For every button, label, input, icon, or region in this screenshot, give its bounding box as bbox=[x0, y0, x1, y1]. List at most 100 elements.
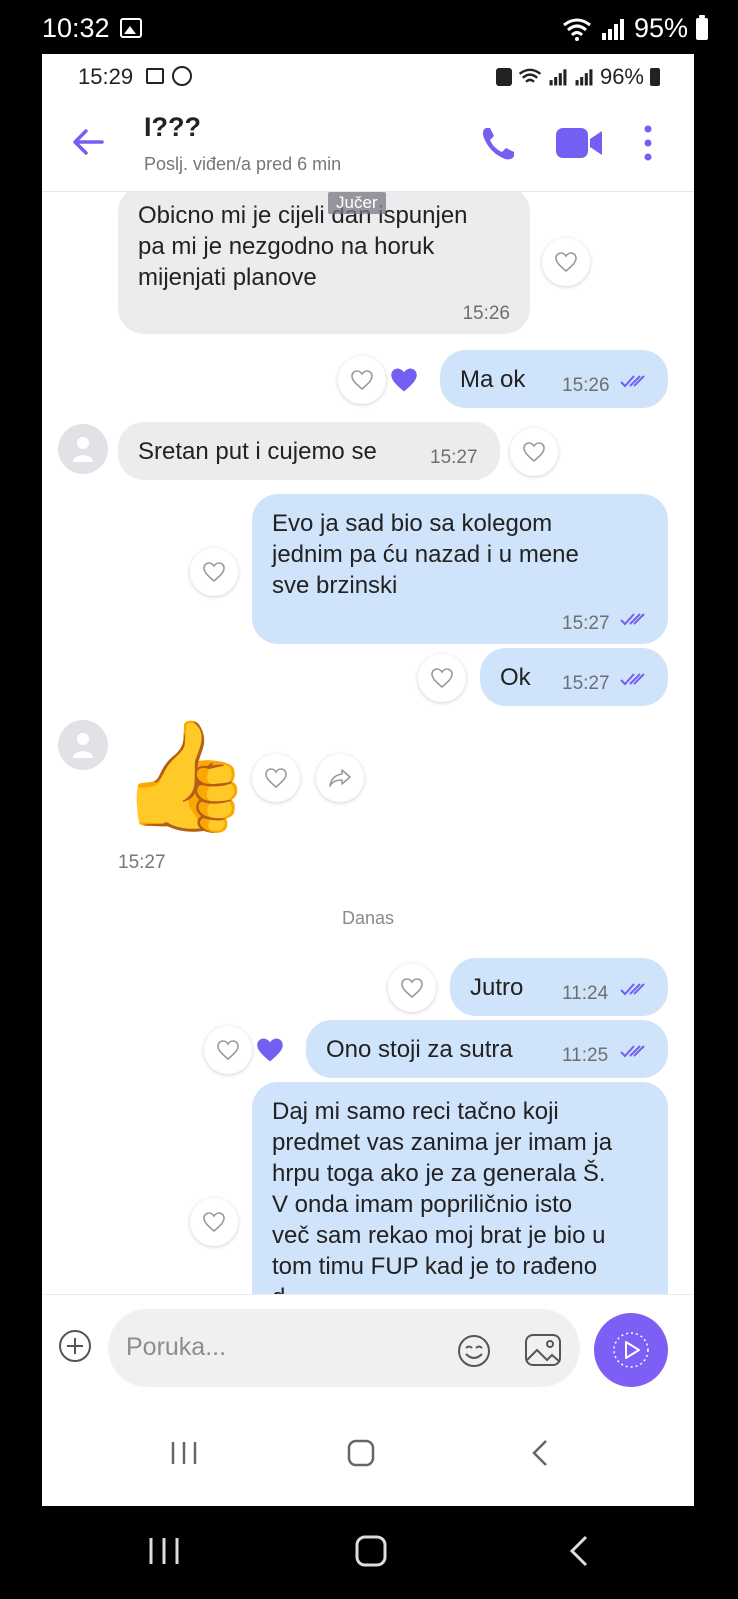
message-list[interactable]: Obicno mi je cijeli dan ispunjen pa mi j… bbox=[42, 192, 694, 1294]
send-icon bbox=[613, 1332, 649, 1368]
outer-status-bar: 10:32 95% bbox=[0, 0, 738, 56]
day-separator-chip: Jučer bbox=[328, 192, 386, 214]
plus-icon[interactable] bbox=[58, 1329, 92, 1363]
contact-name[interactable]: I??? bbox=[144, 112, 201, 143]
back-icon[interactable] bbox=[528, 1438, 552, 1468]
like-button[interactable] bbox=[542, 238, 590, 286]
message-input-box[interactable] bbox=[108, 1309, 580, 1387]
sim-icon bbox=[495, 68, 512, 86]
outer-navigation-bar bbox=[0, 1506, 738, 1599]
share-button[interactable] bbox=[316, 754, 364, 802]
message-line: d... bbox=[272, 1282, 612, 1294]
heart-filled-icon[interactable] bbox=[254, 1036, 286, 1064]
recent-apps-icon[interactable] bbox=[148, 1536, 180, 1566]
video-call-icon[interactable] bbox=[554, 124, 604, 162]
message-bubble-outgoing[interactable]: Ok 15:27 bbox=[480, 648, 668, 706]
message-line: predmet vas zanima jer imam ja bbox=[272, 1129, 613, 1156]
message-bubble-incoming[interactable]: Sretan put i cujemo se 15:27 bbox=[118, 422, 500, 480]
read-ticks-icon bbox=[620, 1045, 645, 1058]
message-text: Ma ok bbox=[460, 366, 526, 393]
app-screen: 15:29 96% I??? Poslj. viđen/a pred 6 min… bbox=[42, 54, 694, 1506]
message-time: 11:25 bbox=[562, 1045, 609, 1066]
message-line: tom timu FUP kad je to rađeno bbox=[272, 1253, 598, 1280]
contact-avatar[interactable] bbox=[58, 720, 108, 770]
contact-avatar[interactable] bbox=[58, 424, 108, 474]
message-text: Ono stoji za sutra bbox=[326, 1036, 513, 1063]
wifi-icon bbox=[518, 68, 542, 83]
heart-outline-icon bbox=[203, 1212, 225, 1233]
message-line: pa mi je nezgodno na horuk bbox=[138, 233, 435, 260]
wifi-icon bbox=[563, 18, 591, 41]
heart-outline-icon bbox=[431, 668, 453, 689]
outer-clock: 10:32 bbox=[42, 13, 110, 43]
inner-navigation-bar bbox=[42, 1398, 694, 1506]
more-vert-icon[interactable] bbox=[638, 122, 658, 164]
phone-icon[interactable] bbox=[478, 124, 518, 164]
signal-icon-2 bbox=[575, 69, 593, 86]
image-notification-icon bbox=[146, 68, 164, 84]
home-icon[interactable] bbox=[354, 1534, 388, 1568]
read-ticks-icon bbox=[620, 375, 645, 388]
day-separator-today: Danas bbox=[341, 908, 395, 928]
battery-icon bbox=[650, 68, 660, 86]
message-line: Obicno mi je cijeli dan ispunjen bbox=[138, 202, 468, 229]
share-arrow-icon bbox=[329, 769, 351, 787]
heart-outline-icon bbox=[401, 978, 423, 999]
like-button[interactable] bbox=[338, 356, 386, 404]
message-time: 15:27 bbox=[562, 673, 610, 694]
send-button[interactable] bbox=[594, 1313, 668, 1387]
heart-filled-icon[interactable] bbox=[388, 366, 420, 394]
message-time: 15:27 bbox=[430, 447, 478, 468]
inner-battery-percent: 96% bbox=[599, 64, 644, 89]
read-ticks-icon bbox=[620, 673, 645, 686]
message-text: Jutro bbox=[470, 974, 524, 1001]
message-time: 15:26 bbox=[562, 375, 610, 396]
emoji-icon[interactable] bbox=[456, 1333, 492, 1369]
like-button[interactable] bbox=[252, 754, 300, 802]
like-button[interactable] bbox=[190, 548, 238, 596]
outer-battery-percent: 95% bbox=[633, 13, 688, 43]
message-time: 15:27 bbox=[562, 613, 610, 634]
inner-clock: 15:29 bbox=[78, 64, 134, 89]
message-text: Obicno mi je cijeli dan ispunjen pa mi j… bbox=[138, 200, 468, 293]
message-bubble-outgoing[interactable]: Ma ok 15:26 bbox=[440, 350, 668, 408]
message-line: hrpu toga ako je za generala Š. bbox=[272, 1160, 606, 1187]
signal-icon bbox=[549, 69, 567, 86]
last-seen-status: Poslj. viđen/a pred 6 min bbox=[144, 154, 342, 174]
read-ticks-icon bbox=[620, 613, 645, 626]
message-time: 11:24 bbox=[562, 983, 609, 1004]
message-bubble-outgoing[interactable]: Jutro 11:24 bbox=[450, 958, 668, 1016]
thumbs-up-sticker[interactable]: 👍 bbox=[118, 722, 252, 830]
home-icon[interactable] bbox=[346, 1438, 376, 1468]
message-input[interactable] bbox=[126, 1327, 426, 1367]
signal-icon bbox=[601, 18, 624, 40]
heart-outline-icon bbox=[203, 562, 225, 583]
message-time: 15:27 bbox=[118, 852, 166, 873]
message-bubble-incoming[interactable]: Obicno mi je cijeli dan ispunjen pa mi j… bbox=[118, 192, 530, 334]
like-button[interactable] bbox=[388, 964, 436, 1012]
message-bubble-outgoing[interactable]: Evo ja sad bio sa kolegom jednim pa ću n… bbox=[252, 494, 668, 644]
message-text: Evo ja sad bio sa kolegom jednim pa ću n… bbox=[272, 508, 579, 601]
recent-apps-icon[interactable] bbox=[170, 1440, 198, 1466]
message-line: Daj mi samo reci tačno koji bbox=[272, 1098, 559, 1125]
message-line: mijenjati planove bbox=[138, 264, 317, 291]
battery-icon bbox=[696, 14, 708, 40]
inner-status-bar: 15:29 96% bbox=[42, 54, 694, 98]
like-button[interactable] bbox=[190, 1198, 238, 1246]
message-bubble-outgoing[interactable]: Daj mi samo reci tačno koji predmet vas … bbox=[252, 1082, 668, 1294]
like-button[interactable] bbox=[418, 654, 466, 702]
message-bubble-outgoing[interactable]: Ono stoji za sutra 11:25 bbox=[306, 1020, 668, 1078]
image-notification-icon bbox=[120, 18, 142, 38]
gallery-icon[interactable] bbox=[524, 1333, 562, 1367]
inner-status-right: 96% bbox=[495, 64, 660, 90]
back-arrow-icon[interactable] bbox=[70, 124, 106, 160]
back-icon[interactable] bbox=[566, 1534, 592, 1568]
heart-outline-icon bbox=[217, 1040, 239, 1061]
heart-outline-icon bbox=[265, 768, 287, 789]
like-button[interactable] bbox=[204, 1026, 252, 1074]
like-button[interactable] bbox=[510, 428, 558, 476]
person-icon bbox=[73, 733, 93, 758]
message-line: sve brzinski bbox=[272, 572, 398, 599]
message-line: jednim pa ću nazad i u mene bbox=[272, 541, 579, 568]
heart-outline-icon bbox=[351, 370, 373, 391]
